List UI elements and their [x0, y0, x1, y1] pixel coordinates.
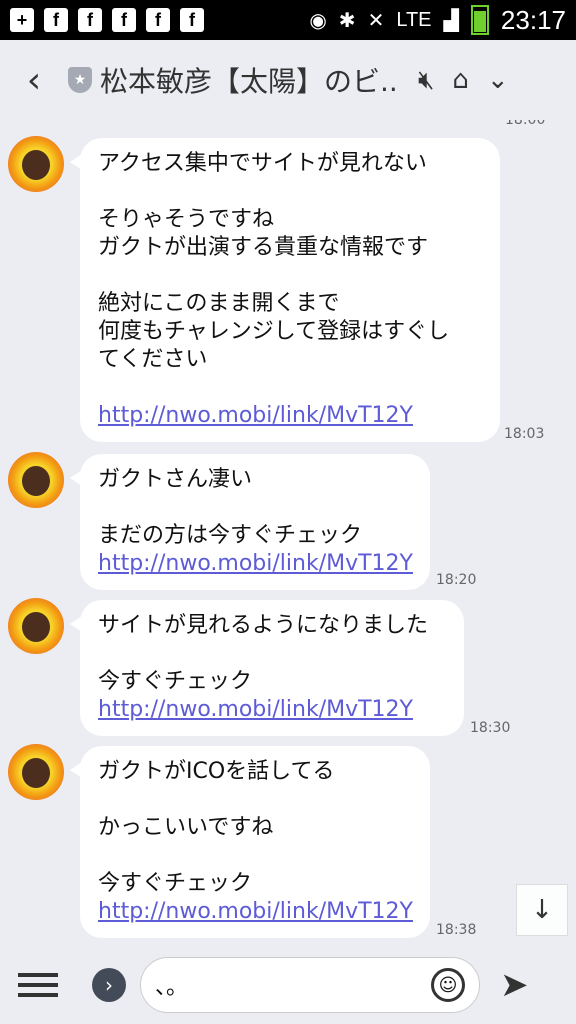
message-list[interactable]: 18:00 アクセス集中でサイトが見れない そりゃそうですね ガクトが出演する貴… — [0, 120, 576, 946]
message-bubble[interactable]: ガクトさん凄い まだの方は今すぐチェック http://nwo.mobi/lin… — [70, 454, 430, 590]
home-icon[interactable]: ⌂ — [452, 65, 469, 95]
menu-button[interactable] — [18, 965, 58, 1005]
signal-icon: ▟ — [443, 9, 459, 32]
message-line: アクセス集中でサイトが見れない — [98, 151, 427, 176]
back-button[interactable]: ‹ — [12, 60, 56, 101]
message-link[interactable]: http://nwo.mobi/link/MvT12Y — [98, 550, 413, 578]
arrow-down-icon: ↓ — [531, 895, 553, 925]
facebook-notification-icon: f — [146, 8, 170, 32]
message-line — [98, 262, 482, 290]
mute-icon: ✕ — [367, 9, 385, 32]
status-bar: + f f f f f ◉ ✱ ✕ LTE ▟ 23:17 — [0, 0, 576, 40]
message-input-value: 、。 — [155, 975, 189, 1000]
chevron-right-icon: › — [105, 973, 113, 997]
clock: 23:17 — [500, 4, 566, 35]
message-input[interactable]: 、。 ☺ — [140, 957, 480, 1013]
eye-icon: ◉ — [309, 9, 327, 32]
expand-button[interactable]: › — [92, 968, 126, 1002]
message-line: ガクトが出演する貴重な情報です — [98, 235, 429, 260]
chat-title[interactable]: 松本敏彦【太陽】のビ... — [100, 60, 400, 100]
plus-notification-icon: + — [10, 8, 34, 32]
message-time: 18:20 — [436, 572, 477, 588]
menu-line — [18, 993, 58, 997]
facebook-notification-icon: f — [180, 8, 204, 32]
message-line: サイトが見れるようになりました — [98, 613, 429, 638]
battery-icon — [470, 5, 489, 35]
message-time: 18:38 — [436, 922, 477, 938]
message-bubble[interactable]: サイトが見れるようになりました 今すぐチェック http://nwo.mobi/… — [70, 600, 464, 736]
facebook-notification-icon: f — [78, 8, 102, 32]
message-time: 18:30 — [470, 720, 511, 736]
scroll-down-button[interactable]: ↓ — [516, 884, 568, 936]
message-bubble[interactable]: ガクトがICOを話してる かっこいいですね 今すぐチェック http://nwo… — [70, 746, 430, 938]
chevron-down-icon[interactable]: ⌄ — [487, 65, 509, 95]
menu-line — [18, 973, 58, 977]
chat-header: ‹ ★ 松本敏彦【太陽】のビ... 🔇︎ ⌂ ⌄ — [0, 40, 576, 120]
bluetooth-icon: ✱ — [338, 9, 356, 32]
menu-line — [18, 983, 58, 987]
facebook-notification-icon: f — [112, 8, 136, 32]
avatar[interactable] — [8, 136, 64, 192]
emoji-icon[interactable]: ☺ — [431, 968, 465, 1002]
message-line: 今すぐチェック — [98, 669, 253, 694]
message-line: てください — [98, 347, 208, 372]
message-line: まだの方は今すぐチェック — [98, 523, 363, 548]
send-button[interactable]: ➤ — [500, 965, 529, 1005]
avatar[interactable] — [8, 452, 64, 508]
message-line: ガクトさん凄い — [98, 467, 253, 492]
message-line: そりゃそうですね — [98, 207, 275, 232]
message-line — [98, 842, 412, 870]
network-label: LTE — [396, 8, 432, 31]
facebook-notification-icon: f — [44, 8, 68, 32]
avatar[interactable] — [8, 744, 64, 800]
avatar[interactable] — [8, 598, 64, 654]
message-line: 何度もチャレンジして登録はすぐし — [98, 319, 450, 344]
message-bubble[interactable]: アクセス集中でサイトが見れない そりゃそうですね ガクトが出演する貴重な情報です… — [70, 138, 500, 442]
official-shield-icon: ★ — [68, 67, 92, 93]
message-link[interactable]: http://nwo.mobi/link/MvT12Y — [98, 402, 482, 430]
composer-bar: › 、。 ☺ ➤ — [0, 946, 576, 1024]
message-line: ガクトがICOを話してる — [98, 759, 335, 784]
message-time: 18:00 — [505, 120, 546, 128]
message-line — [98, 374, 482, 402]
message-line: 今すぐチェック — [98, 871, 253, 896]
message-line — [98, 786, 412, 814]
message-link[interactable]: http://nwo.mobi/link/MvT12Y — [98, 898, 413, 926]
message-line: 絶対にこのまま開くまで — [98, 291, 340, 316]
message-link[interactable]: http://nwo.mobi/link/MvT12Y — [98, 696, 446, 724]
message-line: かっこいいですね — [98, 815, 274, 840]
mute-icon[interactable]: 🔇︎ — [418, 65, 434, 96]
message-line — [98, 178, 482, 206]
message-line — [98, 494, 412, 522]
message-time: 18:03 — [504, 426, 545, 442]
message-line — [98, 640, 446, 668]
